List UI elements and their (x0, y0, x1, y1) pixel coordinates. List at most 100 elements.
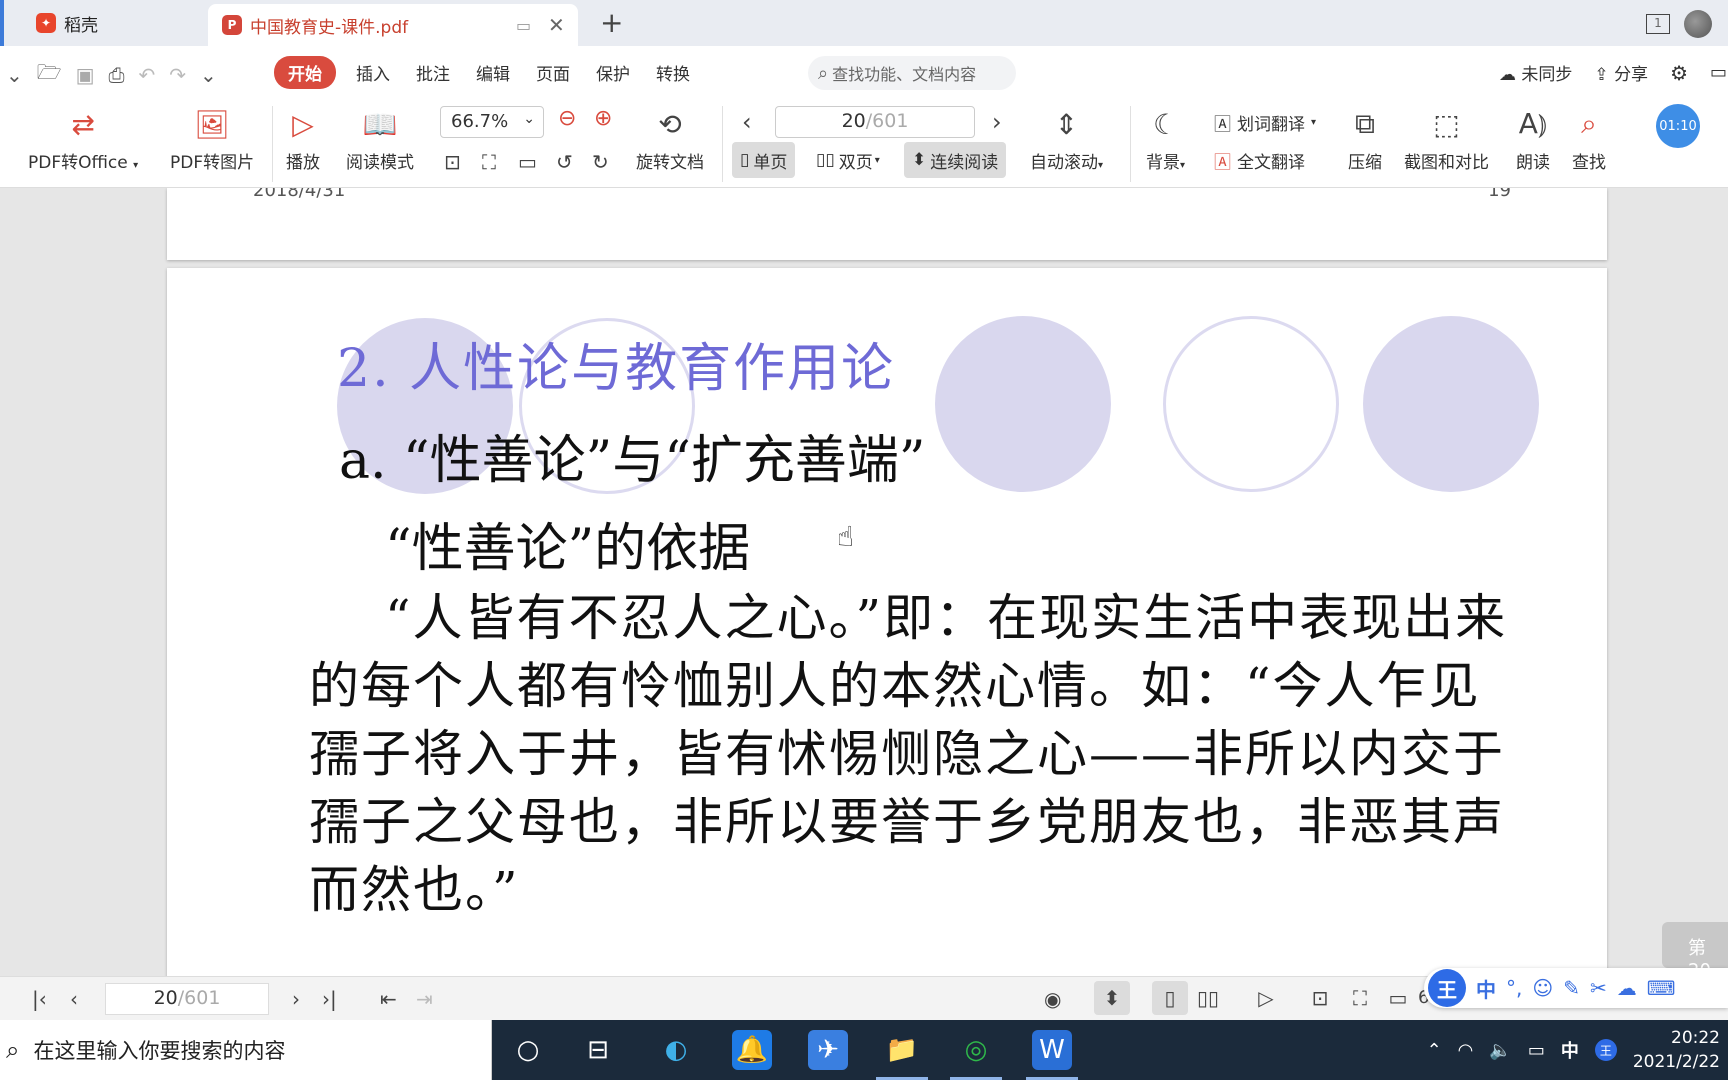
browser-360-icon[interactable]: ◎ (956, 1030, 996, 1070)
pdf-to-image-button[interactable]: 🖼 PDF转图片 (170, 104, 254, 174)
tray-language[interactable]: 中 (1561, 1037, 1579, 1063)
clock-time: 20:22 (1671, 1028, 1720, 1048)
cloud-icon: ☁ (1499, 65, 1516, 85)
save-icon[interactable]: ▣ (76, 63, 95, 87)
auto-scroll-button[interactable]: ⇕ 自动滚动▾ (1030, 104, 1103, 174)
punctuation-icon[interactable]: °, (1506, 976, 1522, 1000)
fit-width-icon[interactable]: ▭ (518, 150, 537, 174)
file-explorer-icon[interactable]: 📁 (882, 1030, 922, 1070)
continuous-mode-button[interactable]: ⬍ (1094, 981, 1130, 1015)
status-page-input[interactable]: 20/601 (105, 983, 269, 1015)
ime-mode[interactable]: 中 (1476, 974, 1496, 1003)
rotate-left-icon[interactable]: ↺ (556, 150, 573, 174)
share-button[interactable]: ⇪ 分享 (1594, 60, 1648, 85)
chat-icon[interactable]: ▭ (1710, 62, 1728, 83)
sync-button[interactable]: ☁ 未同步 (1499, 60, 1572, 85)
wifi-icon[interactable]: ◠ (1458, 1040, 1474, 1061)
eye-protect-icon[interactable]: ◉ (1044, 987, 1061, 1011)
next-page-icon[interactable]: › (292, 987, 300, 1011)
forward-icon[interactable]: ⇥ (416, 987, 433, 1011)
emoji-icon[interactable]: ☺ (1532, 976, 1553, 1000)
window-count-icon[interactable]: 1 (1646, 14, 1670, 34)
tab-start[interactable]: 开始 (274, 56, 336, 89)
tab-monitor-icon[interactable]: ▭ (516, 16, 531, 35)
double-page-button[interactable]: ▯▯ 双页 ▾ (808, 142, 888, 178)
ime-logo[interactable]: 王 (1428, 969, 1466, 1007)
zoom-select[interactable]: 66.7% ⌄ (440, 106, 544, 138)
scissors-icon[interactable]: ✂ (1590, 976, 1607, 1000)
rotate-doc-button[interactable]: ⟲ 旋转文档 (636, 104, 704, 174)
undo-icon[interactable]: ↶ (138, 63, 155, 87)
feishu-app-icon[interactable]: ✈ (808, 1030, 848, 1070)
prev-page-icon[interactable]: ‹ (70, 987, 78, 1011)
print-icon[interactable]: ⎙ (108, 63, 124, 87)
taskbar-search-input[interactable]: ⌕ 在这里输入你要搜索的内容 (0, 1020, 492, 1080)
cortana-icon[interactable]: ○ (508, 1030, 548, 1070)
word-translate-button[interactable]: 🄰 划词翻译 ▾ (1214, 110, 1316, 135)
keyboard-icon[interactable]: ⌨ (1647, 976, 1676, 1000)
zoom-in-icon[interactable]: ⊕ (594, 106, 612, 131)
screenshot-compare-button[interactable]: ⬚ 截图和对比 (1404, 104, 1489, 174)
cloud-icon[interactable]: ☁ (1617, 976, 1637, 1000)
pen-icon[interactable]: ✎ (1563, 976, 1580, 1000)
ime-toolbar[interactable]: 王 中 °, ☺ ✎ ✂ ☁ ⌨ (1424, 968, 1728, 1008)
battery-icon[interactable]: ▭ (1528, 1040, 1545, 1061)
tab-close-icon[interactable]: ✕ (548, 13, 565, 37)
tab-convert[interactable]: 转换 (656, 56, 690, 89)
new-tab-button[interactable]: + (600, 6, 623, 39)
document-area[interactable]: 2018/4/31 19 2. 人性论与教育作用论 a. “性善论”与“扩充善端… (0, 188, 1728, 976)
tab-annotate[interactable]: 批注 (416, 56, 450, 89)
continuous-read-button[interactable]: ⬍ 连续阅读 (904, 142, 1007, 178)
slide-body-text: “人皆有不忍人之心。”即：在现实生活中表现出来的每个人都有怜恤别人的本然心情。如… (309, 589, 1508, 919)
background-button[interactable]: ☾ 背景▾ (1146, 104, 1185, 174)
wps-writer-icon[interactable]: W (1032, 1030, 1072, 1070)
customize-icon[interactable]: ⌄ (200, 63, 217, 87)
tab-protect[interactable]: 保护 (596, 56, 630, 89)
play-button[interactable]: ▷ 播放 (286, 104, 320, 174)
next-page-icon[interactable]: › (992, 108, 1002, 136)
compress-button[interactable]: ⧉ 压缩 (1348, 104, 1382, 173)
read-aloud-button[interactable]: A⦆ 朗读 (1516, 104, 1550, 173)
open-folder-icon[interactable]: 🗁 (37, 58, 62, 92)
double-page-mode-button[interactable]: ▯▯ (1190, 981, 1226, 1015)
read-mode-button[interactable]: 📖 阅读模式 (346, 104, 414, 174)
prev-page-icon[interactable]: ‹ (742, 108, 752, 136)
full-translate-button[interactable]: 🄰 全文翻译 (1214, 148, 1305, 173)
actual-size-icon[interactable]: ⊡ (444, 150, 461, 174)
chevron-down-icon[interactable]: ⌄ (6, 63, 23, 87)
fit-width-icon[interactable]: ▭ (1380, 981, 1416, 1015)
fit-page-icon[interactable]: ⛶ (1342, 981, 1378, 1015)
first-page-icon[interactable]: |‹ (32, 987, 47, 1011)
single-page-mode-button[interactable]: ▯ (1152, 981, 1188, 1015)
volume-icon[interactable]: 🔈 (1489, 1040, 1511, 1061)
tab-home[interactable]: ✦ 稻壳 (0, 0, 205, 46)
translate-icon: 🄰 (1214, 115, 1231, 135)
zoom-out-icon[interactable]: ⊖ (558, 106, 576, 131)
task-view-icon[interactable]: ⊟ (578, 1030, 618, 1070)
play-icon[interactable]: ▷ (1248, 981, 1284, 1015)
page-number-input[interactable]: 20/601 (775, 106, 975, 138)
tab-edit[interactable]: 编辑 (476, 56, 510, 89)
tab-document[interactable]: P 中国教育史-课件.pdf ▭ ✕ (208, 4, 578, 46)
clock[interactable]: 20:22 2021/2/22 (1633, 1026, 1720, 1074)
feature-search-input[interactable]: ⌕ 查找功能、文档内容 (808, 56, 1016, 90)
tray-expand-icon[interactable]: ⌃ (1427, 1040, 1442, 1061)
ime-tray-icon[interactable]: 王 (1594, 1039, 1617, 1061)
tab-insert[interactable]: 插入 (356, 56, 390, 89)
rotate-doc-icon: ⟲ (658, 107, 682, 141)
actual-size-icon[interactable]: ⊡ (1302, 981, 1338, 1015)
rotate-right-icon[interactable]: ↻ (592, 150, 609, 174)
tab-page[interactable]: 页面 (536, 56, 570, 89)
timer-badge[interactable]: 01:10 (1656, 104, 1700, 148)
avatar[interactable] (1684, 10, 1712, 38)
single-page-button[interactable]: ▯ 单页 (732, 142, 796, 178)
pdf-to-office-button[interactable]: ⇄ PDF转Office ▾ (28, 104, 138, 174)
fit-page-icon[interactable]: ⛶ (482, 150, 496, 174)
back-icon[interactable]: ⇤ (380, 987, 397, 1011)
redo-icon[interactable]: ↷ (169, 63, 186, 87)
settings-gear-icon[interactable]: ⚙ (1670, 61, 1688, 85)
notification-app-icon[interactable]: 🔔 (732, 1030, 772, 1070)
last-page-icon[interactable]: ›| (322, 987, 337, 1011)
find-button[interactable]: ⌕ 查找 (1572, 104, 1606, 173)
edge-browser-icon[interactable]: ◐ (656, 1030, 696, 1070)
